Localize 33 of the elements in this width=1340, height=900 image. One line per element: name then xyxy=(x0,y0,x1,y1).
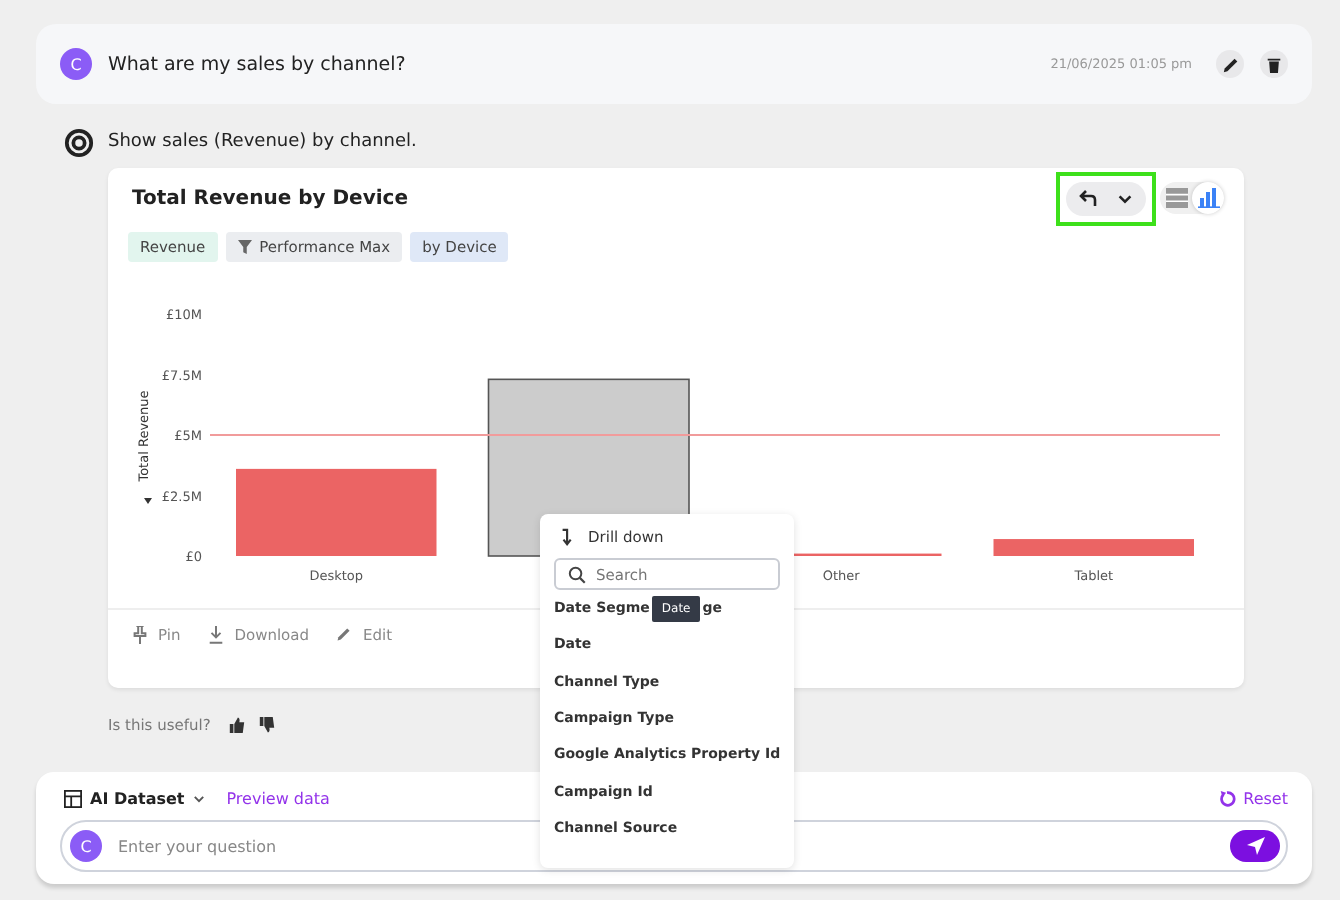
send-button[interactable] xyxy=(1230,830,1280,862)
bar-chart-icon xyxy=(1197,188,1219,208)
user-avatar: C xyxy=(70,830,102,862)
delete-button[interactable] xyxy=(1260,50,1288,78)
user-avatar: C xyxy=(60,48,92,80)
answer-text: Show sales (Revenue) by channel. xyxy=(108,132,417,152)
pencil-icon xyxy=(1221,55,1239,73)
thumbs-down-icon[interactable] xyxy=(258,715,277,733)
reset-button[interactable]: Reset xyxy=(1217,789,1288,807)
dataset-dropdown[interactable]: AI Dataset xyxy=(64,789,207,807)
chart-view-button[interactable] xyxy=(1192,182,1224,214)
target-logo-icon xyxy=(64,127,94,157)
filter-icon xyxy=(237,240,252,254)
pencil-icon xyxy=(336,626,353,642)
edit-button[interactable] xyxy=(1216,50,1244,78)
preview-data-link[interactable]: Preview data xyxy=(226,789,330,807)
question-input[interactable]: Enter your question xyxy=(114,835,1218,857)
thumbs-up-icon[interactable] xyxy=(228,715,247,733)
send-arrow-icon xyxy=(1245,836,1265,856)
table-icon xyxy=(64,789,82,807)
arrow-down-icon xyxy=(560,527,576,545)
caret-icon[interactable] xyxy=(1116,189,1134,207)
table-icon xyxy=(1165,188,1187,208)
download-icon xyxy=(208,625,225,643)
undo-icon[interactable] xyxy=(1078,188,1098,208)
reset-icon xyxy=(1217,789,1236,807)
trash-icon xyxy=(1266,55,1282,73)
table-view-button[interactable] xyxy=(1160,182,1192,214)
chart-title: Total Revenue by Device xyxy=(132,187,408,209)
search-icon xyxy=(568,565,586,583)
question-text: What are my sales by channel? xyxy=(108,53,408,75)
caret-icon xyxy=(192,791,207,805)
pin-icon xyxy=(132,625,148,643)
